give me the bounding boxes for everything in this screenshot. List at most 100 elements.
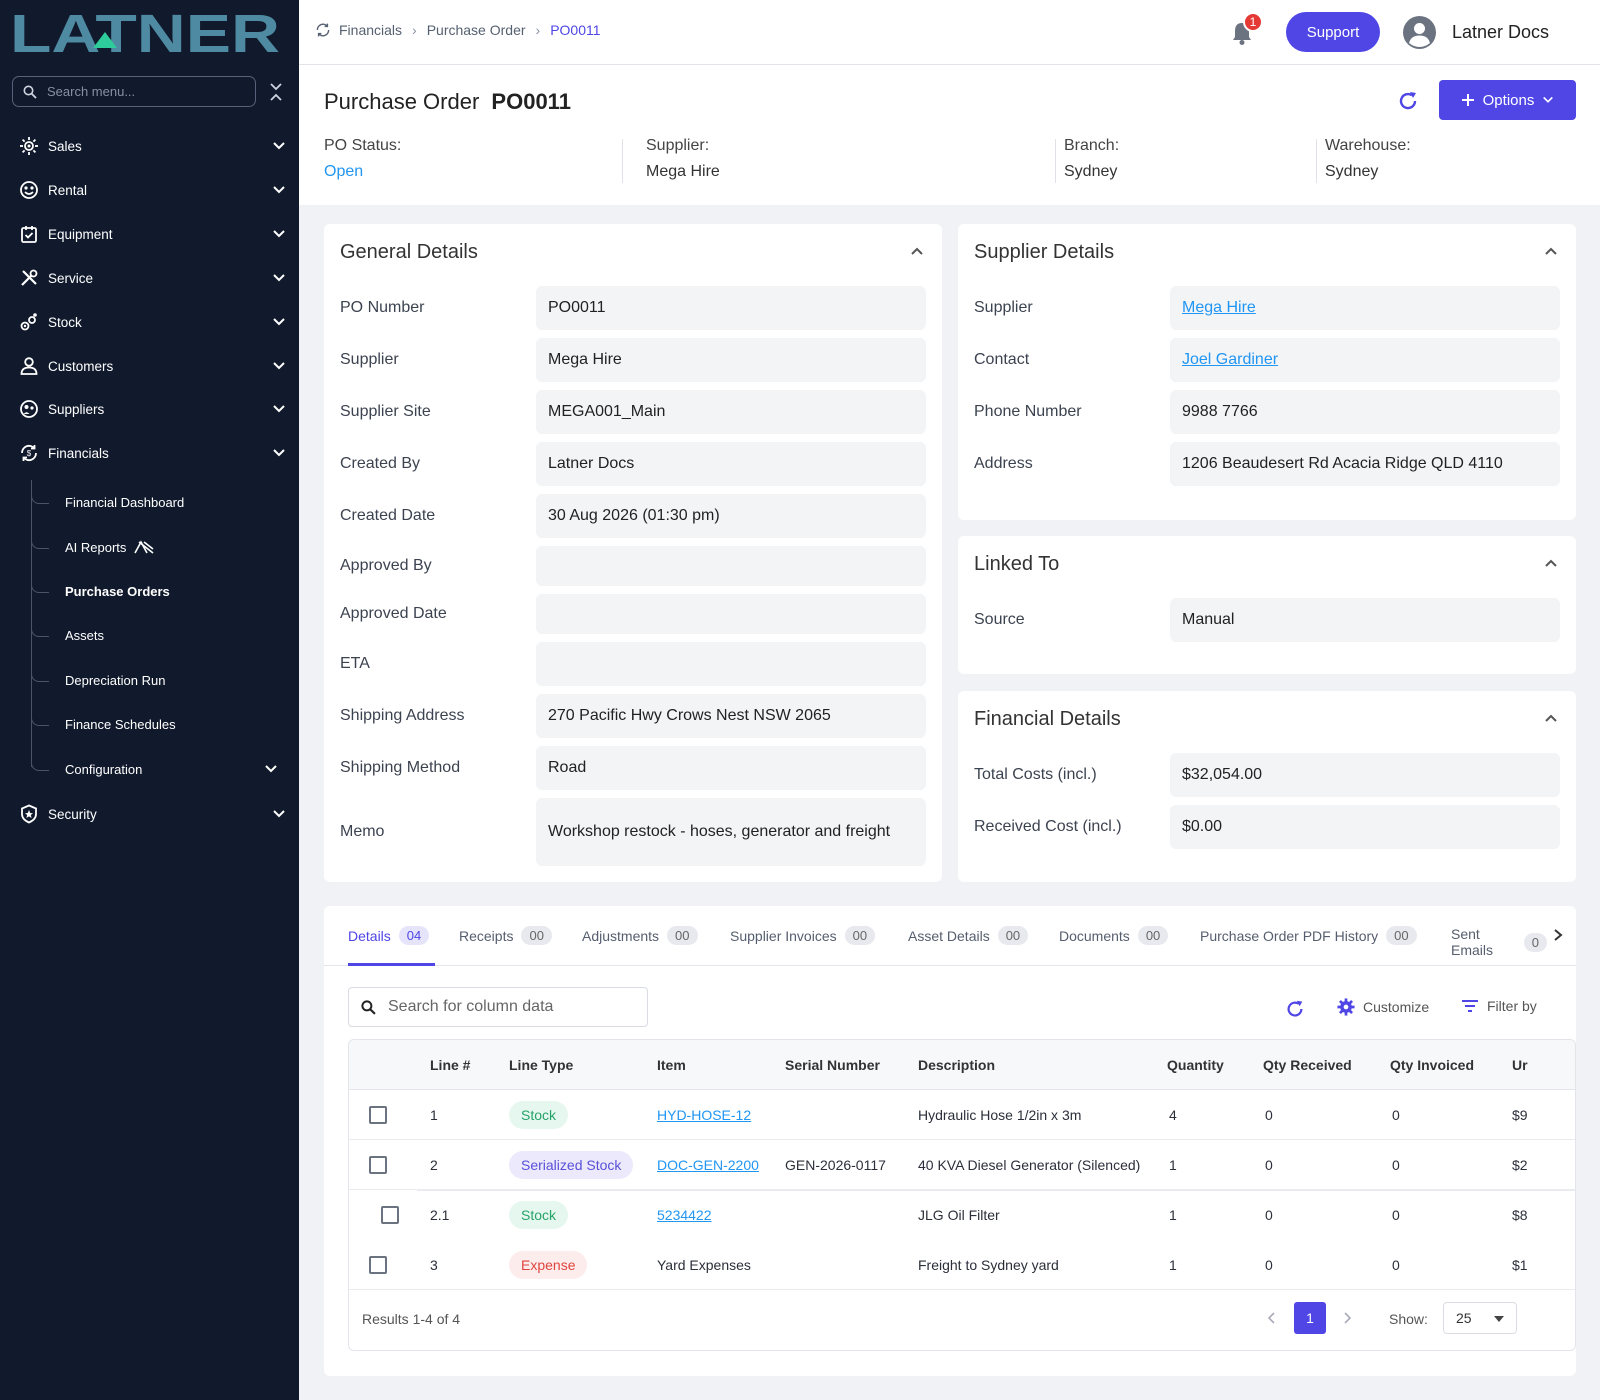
tab-sent-emails[interactable]: Sent Emails 0 [1451, 926, 1547, 958]
tab-receipts[interactable]: Receipts 00 [459, 926, 552, 945]
sidebar-item-service[interactable]: Service [18, 263, 286, 293]
menu-search-input[interactable] [47, 84, 237, 99]
cell-qty-received: 0 [1265, 1157, 1273, 1173]
sidebar-item-rental[interactable]: Rental [18, 175, 286, 205]
sidebar-subitem-ai-reports[interactable]: AI Reports [31, 533, 286, 561]
field-source: Source Manual [974, 598, 1560, 642]
column-header[interactable]: Line Type [509, 1057, 573, 1073]
tab-documents[interactable]: Documents 00 [1059, 926, 1169, 945]
tab-bar: Details 04 Receipts 00 Adjustments 00 Suppl… [324, 906, 1576, 966]
column-header[interactable]: Qty Received [1263, 1057, 1352, 1073]
table-row[interactable]: 2.1 Stock 5234422 JLG Oil Filter 1 0 0 $… [349, 1190, 1575, 1240]
sidebar-item-stock[interactable]: Stock [18, 307, 286, 337]
created-by-field[interactable]: Latner Docs [536, 442, 926, 486]
contact-link[interactable]: Joel Gardiner [1182, 351, 1278, 369]
sidebar-item-financials[interactable]: $ Financials [18, 438, 286, 468]
avatar[interactable] [1403, 16, 1436, 49]
tab-adjustments[interactable]: Adjustments 00 [582, 926, 698, 945]
financials-icon [316, 23, 330, 37]
support-button[interactable]: Support [1286, 12, 1380, 52]
page-size-select[interactable]: 25 [1443, 1302, 1517, 1334]
sidebar-item-sales[interactable]: Sales [18, 131, 286, 161]
table-row[interactable]: 3 Expense Yard Expenses Freight to Sydne… [349, 1240, 1575, 1290]
column-header[interactable]: Qty Invoiced [1390, 1057, 1474, 1073]
page-button-current[interactable]: 1 [1294, 1302, 1326, 1334]
sidebar-item-equipment[interactable]: Equipment [18, 219, 286, 249]
chevron-right-icon[interactable] [1342, 1312, 1352, 1324]
filter-button[interactable]: Filter by [1461, 998, 1537, 1014]
customize-button[interactable]: Customize [1337, 998, 1429, 1016]
refresh-icon[interactable] [1284, 998, 1306, 1020]
tab-label: Purchase Order PDF History [1200, 927, 1379, 944]
shipping-address-field[interactable]: 270 Pacific Hwy Crows Nest NSW 2065 [536, 694, 926, 738]
latner-logo[interactable]: LATNER [10, 8, 282, 56]
supplier-link[interactable]: Mega Hire [1182, 299, 1256, 317]
tab-asset-details[interactable]: Asset Details 00 [908, 926, 1029, 945]
sidebar-subitem-depreciation-run[interactable]: Depreciation Run [31, 666, 286, 694]
sidebar-subitem-label: Configuration [65, 761, 143, 777]
tab-pdf-history[interactable]: Purchase Order PDF History 00 [1200, 926, 1417, 945]
tab-details[interactable]: Details 04 [348, 926, 430, 945]
column-header[interactable]: Description [918, 1057, 995, 1073]
total-costs-field[interactable]: $32,054.00 [1170, 753, 1560, 797]
sidebar-subitem-financial-dashboard[interactable]: Financial Dashboard [31, 488, 286, 516]
approved-by-field[interactable] [536, 546, 926, 586]
chevron-up-icon[interactable] [1544, 556, 1558, 570]
sidebar-item-customers[interactable]: Customers [18, 351, 286, 381]
received-cost-field[interactable]: $0.00 [1170, 805, 1560, 849]
source-field[interactable]: Manual [1170, 598, 1560, 642]
eta-field[interactable] [536, 642, 926, 686]
row-checkbox[interactable] [369, 1156, 387, 1174]
chevron-up-icon[interactable] [910, 244, 924, 258]
table-search-input[interactable] [388, 998, 628, 1016]
item-link[interactable]: DOC-GEN-2200 [657, 1157, 759, 1173]
table-row[interactable]: 2 Serialized Stock DOC-GEN-2200 GEN-2026… [349, 1140, 1575, 1190]
breadcrumb-purchase-order[interactable]: Purchase Order [427, 22, 526, 38]
chevron-up-icon[interactable] [1544, 711, 1558, 725]
approved-date-field[interactable] [536, 594, 926, 634]
field-eta: ETA [340, 642, 926, 686]
row-checkbox[interactable] [369, 1106, 387, 1124]
tab-count: 00 [1386, 926, 1417, 945]
user-name[interactable]: Latner Docs [1452, 22, 1549, 43]
item-link[interactable]: 5234422 [657, 1207, 712, 1223]
row-checkbox[interactable] [369, 1256, 387, 1274]
column-header[interactable]: Ur [1512, 1057, 1528, 1073]
table-search[interactable] [348, 987, 648, 1027]
collapse-sidebar-icon[interactable] [268, 82, 284, 102]
phone-field[interactable]: 9988 7766 [1170, 390, 1560, 434]
tab-label: Asset Details [908, 927, 990, 944]
table-row[interactable]: 1 Stock HYD-HOSE-12 Hydraulic Hose 1/2in… [349, 1090, 1575, 1140]
sidebar-item-suppliers[interactable]: Suppliers [18, 394, 286, 424]
sidebar-subitem-assets[interactable]: Assets [31, 621, 286, 649]
menu-search[interactable] [12, 76, 256, 107]
po-number-field[interactable]: PO0011 [536, 286, 926, 330]
column-header[interactable]: Serial Number [785, 1057, 880, 1073]
sidebar-item-security[interactable]: Security [18, 799, 286, 829]
sidebar-subitem-configuration[interactable]: Configuration [31, 755, 286, 783]
supplier-site-field[interactable]: MEGA001_Main [536, 390, 926, 434]
refresh-icon[interactable] [1396, 89, 1420, 113]
chevron-up-icon[interactable] [1544, 244, 1558, 258]
sidebar-subitem-finance-schedules[interactable]: Finance Schedules [31, 710, 286, 738]
address-field[interactable]: 1206 Beaudesert Rd Acacia Ridge QLD 4110 [1170, 442, 1560, 486]
options-button[interactable]: Options [1439, 80, 1576, 120]
column-header[interactable]: Quantity [1167, 1057, 1224, 1073]
field-phone: Phone Number 9988 7766 [974, 390, 1560, 434]
column-header[interactable]: Line # [430, 1057, 470, 1073]
breadcrumb-financials[interactable]: Financials [339, 22, 402, 38]
item-link[interactable]: HYD-HOSE-12 [657, 1107, 751, 1123]
created-date-field[interactable]: 30 Aug 2026 (01:30 pm) [536, 494, 926, 538]
shipping-method-field[interactable]: Road [536, 746, 926, 790]
memo-field[interactable]: Workshop restock - hoses, generator and … [536, 798, 926, 866]
supplier-field[interactable]: Mega Hire [536, 338, 926, 382]
cell-line: 1 [430, 1107, 438, 1123]
tab-supplier-invoices[interactable]: Supplier Invoices 00 [730, 926, 876, 945]
row-checkbox[interactable] [381, 1206, 399, 1224]
tree-branch [31, 579, 49, 593]
chevron-left-icon[interactable] [1267, 1312, 1277, 1324]
chevron-right-icon[interactable] [1552, 928, 1564, 942]
sidebar-subitem-purchase-orders[interactable]: Purchase Orders [31, 577, 286, 605]
column-header[interactable]: Item [657, 1057, 686, 1073]
sidebar-item-label: Suppliers [48, 401, 105, 417]
